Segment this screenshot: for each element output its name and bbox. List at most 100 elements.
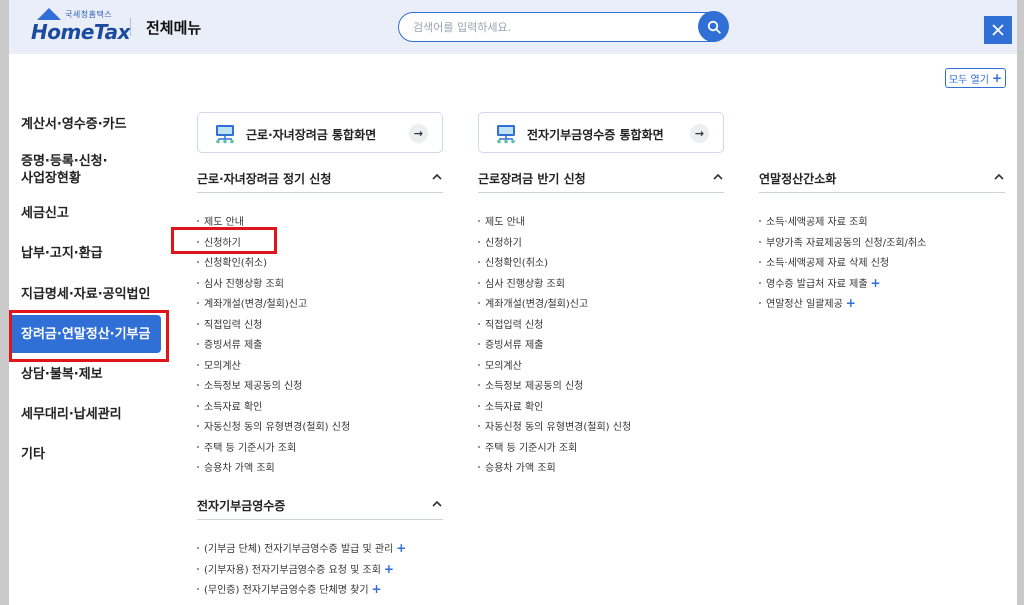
sidebar-item-etc[interactable]: 기타	[9, 446, 161, 463]
menu-item[interactable]: 심사 진행상황 조회	[478, 275, 565, 290]
menu-item[interactable]: 영수증 발급처 자료 제출 +	[759, 275, 881, 290]
menu-item-label: 심사 진행상황 조회	[204, 278, 284, 290]
menu-item[interactable]: 직접입력 신청	[478, 316, 543, 331]
bullet-icon	[197, 384, 199, 386]
menu-item-label: 연말정산 일괄제공	[766, 299, 843, 310]
menu-item[interactable]: 제도 안내	[478, 213, 525, 228]
menu-item-label: 소득·세액공제 자료 삭제 신청	[766, 258, 890, 269]
bullet-icon	[478, 220, 480, 222]
bullet-icon	[197, 466, 199, 468]
bullet-icon	[759, 281, 761, 284]
menu-item-label: 모의계산	[485, 360, 522, 372]
menu-item-label: 신청확인(취소)	[485, 258, 549, 269]
menu-item[interactable]: 소득자료 확인	[478, 398, 543, 413]
page-title: 전체메뉴	[146, 19, 202, 37]
menu-item-label: 직접입력 신청	[485, 319, 544, 331]
bullet-icon	[759, 220, 761, 222]
menu-item-label: 자동신청 동의 유형변경(철회) 신청	[485, 422, 632, 433]
quick-link-incentive-hub[interactable]: 근로·자녀장려금 통합화면 →	[197, 112, 443, 153]
menu-item-label: 소득·세액공제 자료 조회	[766, 217, 868, 228]
highlight-box-apply	[171, 227, 277, 254]
menu-item-label: 소득정보 제공동의 신청	[485, 381, 584, 392]
menu-item-label: 신청확인(취소)	[204, 258, 268, 269]
bullet-icon	[197, 445, 199, 448]
bullet-icon	[197, 302, 199, 304]
menu-item[interactable]: 소득자료 확인	[197, 398, 262, 413]
menu-item-label: 승용차 가액 조회	[485, 463, 556, 474]
menu-item-label: 승용차 가액 조회	[204, 463, 275, 474]
menu-item[interactable]: 자동신청 동의 유형변경(철회) 신청	[478, 418, 631, 433]
plus-icon: +	[371, 582, 382, 596]
section-header-donation[interactable]: 전자기부금영수증	[197, 492, 443, 520]
menu-item[interactable]: 증빙서류 제출	[197, 336, 262, 351]
section-header-half[interactable]: 근로장려금 반기 신청	[478, 165, 724, 193]
search-input[interactable]	[413, 19, 693, 35]
quick-link-donation-hub[interactable]: 전자기부금영수증 통합화면 →	[478, 112, 724, 153]
menu-item[interactable]: 소득정보 제공동의 신청	[197, 377, 302, 392]
menu-item[interactable]: 소득·세액공제 자료 조회	[759, 213, 868, 228]
section-title: 근로·자녀장려금 정기 신청	[197, 172, 332, 186]
bullet-icon	[197, 404, 199, 407]
sidebar-item-consulting[interactable]: 상담·불복·제보	[9, 366, 161, 383]
menu-item-label: 계좌개설(변경/철회)신고	[204, 299, 308, 310]
bullet-icon	[197, 567, 199, 570]
hometax-logo[interactable]: 국세청홈택스 HomeTax	[31, 8, 135, 45]
search-button[interactable]	[698, 11, 729, 42]
menu-item[interactable]: (무인증) 전자기부금영수증 단체명 찾기 +	[197, 581, 382, 596]
menu-item[interactable]: 주택 등 기준시가 조회	[478, 439, 577, 454]
menu-item-label: (기부금 단체) 전자기부금영수증 발급 및 관리	[204, 544, 394, 555]
menu-item[interactable]: 소득·세액공제 자료 삭제 신청	[759, 254, 889, 269]
menu-item[interactable]: 소득정보 제공동의 신청	[478, 377, 583, 392]
bullet-icon	[478, 384, 480, 386]
menu-item[interactable]: 계좌개설(변경/철회)신고	[197, 295, 307, 310]
menu-item-label: (기부자용) 전자기부금영수증 요청 및 조회	[204, 564, 381, 576]
menu-item[interactable]: 승용차 가액 조회	[478, 459, 556, 474]
menu-item-label: 주택 등 기준시가 조회	[204, 442, 297, 454]
plus-icon: +	[396, 541, 407, 555]
sidebar-item-invoice[interactable]: 계산서·영수증·카드	[9, 116, 161, 133]
bullet-icon	[478, 240, 480, 243]
menu-item[interactable]: 증빙서류 제출	[478, 336, 543, 351]
expand-all-button[interactable]: 모두 열기 +	[945, 68, 1006, 88]
section-header-regular[interactable]: 근로·자녀장려금 정기 신청	[197, 165, 443, 193]
menu-item[interactable]: (기부자용) 전자기부금영수증 요청 및 조회 +	[197, 561, 394, 576]
menu-item[interactable]: 신청하기	[478, 234, 522, 249]
menu-item-label: 영수증 발급처 자료 제출	[766, 278, 868, 290]
menu-item[interactable]: 제도 안내	[197, 213, 244, 228]
bullet-icon	[197, 281, 199, 284]
section-header-yearend[interactable]: 연말정산간소화	[759, 165, 1005, 193]
menu-item[interactable]: 연말정산 일괄제공 +	[759, 295, 856, 310]
menu-item[interactable]: 심사 진행상황 조회	[197, 275, 284, 290]
menu-item[interactable]: 계좌개설(변경/철회)신고	[478, 295, 588, 310]
menu-item-label: 자동신청 동의 유형변경(철회) 신청	[204, 422, 351, 433]
quick-link-label: 전자기부금영수증 통합화면	[527, 128, 664, 142]
menu-item[interactable]: 모의계산	[197, 357, 241, 372]
all-menu-modal: 국세청홈택스 HomeTax 전체메뉴 모두 열기 + 계산서·영수증·	[9, 0, 1017, 605]
close-button[interactable]	[984, 16, 1012, 44]
menu-item[interactable]: 부양가족 자료제공동의 신청/조회/취소	[759, 234, 926, 249]
menu-item-label: 소득정보 제공동의 신청	[204, 381, 303, 392]
sidebar-item-tax-return[interactable]: 세금신고	[9, 205, 161, 222]
menu-item[interactable]: 자동신청 동의 유형변경(철회) 신청	[197, 418, 350, 433]
menu-item[interactable]: 승용차 가액 조회	[197, 459, 275, 474]
menu-item[interactable]: 신청확인(취소)	[478, 254, 548, 269]
modal-header: 국세청홈택스 HomeTax 전체메뉴	[9, 0, 1017, 54]
menu-item-label: 증빙서류 제출	[204, 340, 263, 351]
menu-item[interactable]: 신청확인(취소)	[197, 254, 267, 269]
sidebar-item-tax-agent[interactable]: 세무대리·납세관리	[9, 406, 161, 423]
menu-item[interactable]: (기부금 단체) 전자기부금영수증 발급 및 관리 +	[197, 540, 406, 555]
quick-link-label: 근로·자녀장려금 통합화면	[246, 128, 377, 142]
sidebar-item-certificate[interactable]: 증명·등록·신청· 사업장현황	[9, 153, 161, 187]
menu-item[interactable]: 주택 등 기준시가 조회	[197, 439, 296, 454]
menu-item-label: 소득자료 확인	[485, 401, 544, 413]
sidebar-item-statement[interactable]: 지급명세·자료·공익법인	[9, 286, 161, 303]
bullet-icon	[197, 425, 199, 427]
bullet-icon	[759, 302, 761, 304]
bullet-icon	[478, 404, 480, 407]
sidebar-item-payment[interactable]: 납부·고지·환급	[9, 245, 161, 262]
plus-icon: +	[383, 561, 394, 576]
menu-item[interactable]: 직접입력 신청	[197, 316, 262, 331]
menu-item[interactable]: 모의계산	[478, 357, 522, 372]
scrollbar-gutter	[1017, 0, 1024, 605]
chevron-up-icon	[432, 500, 442, 507]
